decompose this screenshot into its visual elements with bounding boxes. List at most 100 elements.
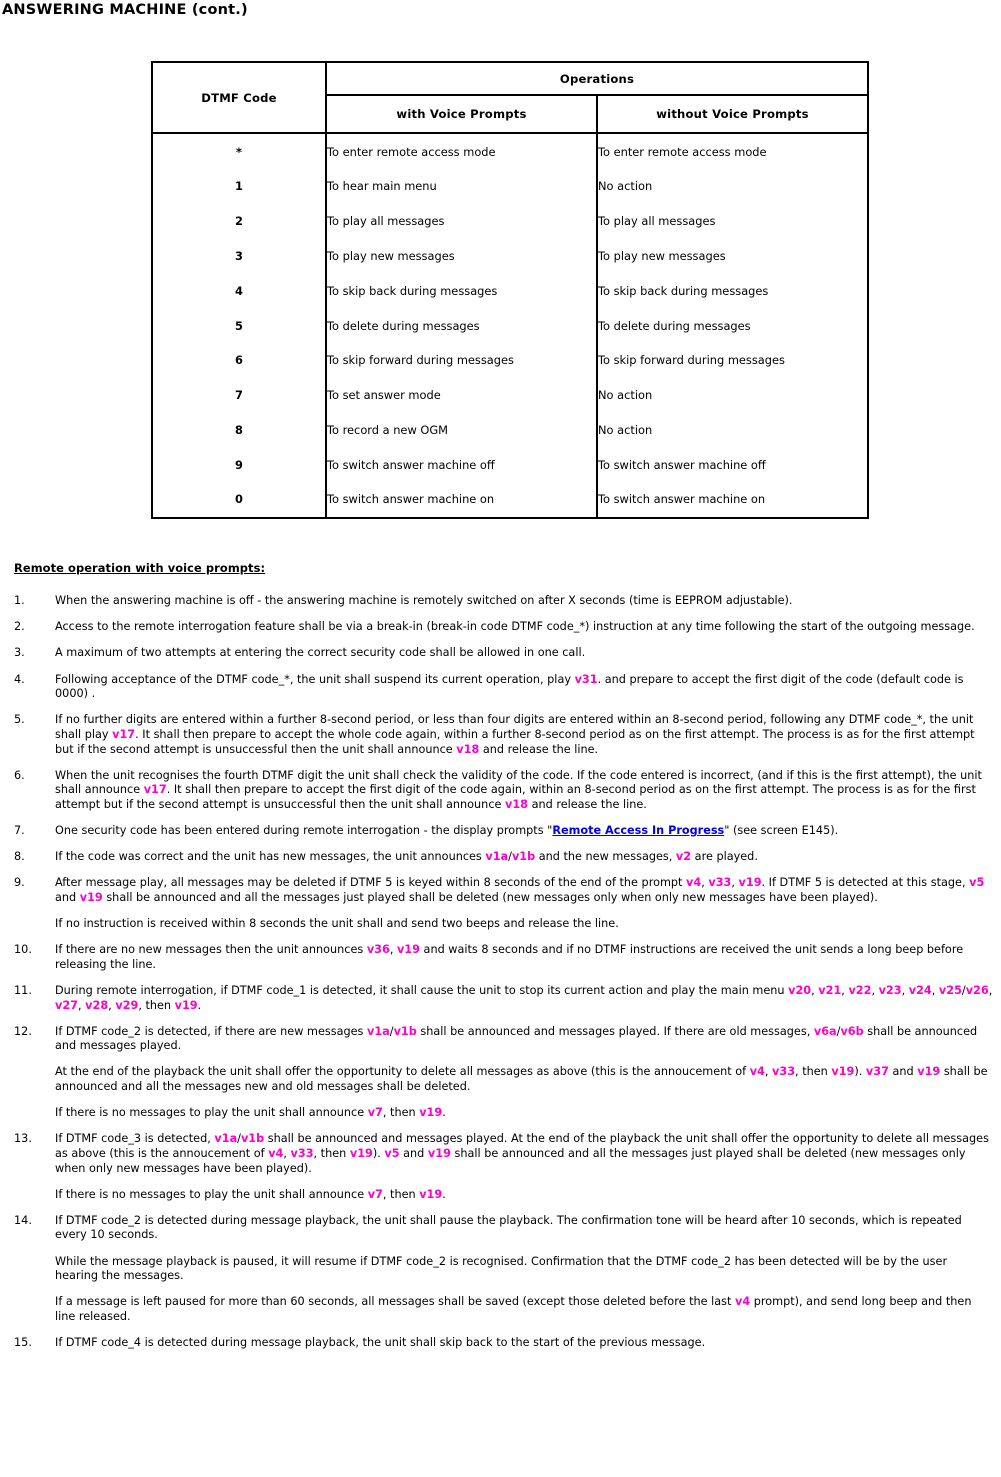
cell-with-voice-prompts: To delete during messages [325, 308, 598, 344]
voice-prompt-code: v21 [818, 983, 842, 997]
cell-dtmf-code: 5 [151, 308, 327, 344]
list-item-number: 6. [14, 768, 25, 782]
text-run: and the new messages, [535, 850, 676, 864]
list-item-number: 12. [14, 1024, 32, 1038]
text-run: If DTMF code_3 is detected, [55, 1132, 215, 1146]
voice-prompt-code: v1b [511, 850, 536, 864]
voice-prompt-code: v19 [738, 876, 762, 890]
voice-prompt-code: v33 [708, 876, 732, 890]
list-item-paragraph: When the answering machine is off - the … [55, 594, 993, 609]
cell-dtmf-code: 3 [151, 238, 327, 274]
table-row: 2 To play all messages To play all message… [151, 203, 869, 239]
cell-with-voice-prompts: To switch answer machine off [325, 447, 598, 483]
text-run: , then [138, 998, 175, 1012]
voice-prompt-code: v17 [143, 783, 167, 797]
table-row: 1 To hear main menu No action [151, 169, 869, 204]
list-item-number: 14. [14, 1213, 32, 1227]
table-row: * To enter remote access mode To enter rem… [151, 132, 869, 170]
cell-with-voice-prompts: To switch answer machine on [325, 482, 598, 520]
list-item-paragraph: A maximum of two attempts at entering th… [55, 646, 993, 661]
column-header-with-voice-prompts: with Voice Prompts [325, 94, 598, 135]
table-row: 3 To play new messages To play new message… [151, 238, 869, 274]
list-item: 10. If there are no new messages then the… [14, 943, 993, 972]
list-item-paragraph: During remote interrogation, if DTMF cod… [55, 984, 993, 1013]
text-run: are played. [691, 850, 758, 864]
table-row: 9 To switch answer machine off To switch a… [151, 447, 869, 483]
cell-without-voice-prompts: No action [596, 377, 869, 413]
list-item: 3. A maximum of two attempts at entering … [14, 646, 993, 661]
voice-prompt-code: v23 [878, 983, 902, 997]
table-row: 7 To set answer mode No action [151, 377, 869, 413]
text-run: , [764, 1065, 773, 1079]
cell-dtmf-code: 6 [151, 343, 327, 378]
voice-prompt-code: v7 [367, 1106, 383, 1120]
voice-prompt-code: v25 [938, 983, 962, 997]
list-item-number: 2. [14, 620, 25, 634]
text-run: If the code was correct and the unit has… [55, 850, 486, 864]
list-item-paragraph: If DTMF code_2 is detected, if there are… [55, 1025, 993, 1054]
list-item-number: 7. [14, 824, 25, 838]
text-run: , [988, 983, 993, 997]
voice-prompt-code: v19 [419, 1106, 443, 1120]
list-item-number: 11. [14, 983, 32, 997]
section-heading-text: Remote operation with voice prompts [14, 561, 261, 576]
cell-dtmf-code: 9 [151, 447, 327, 483]
voice-prompt-code: v36 [366, 943, 390, 957]
text-run: While the message playback is paused, it… [55, 1254, 948, 1283]
voice-prompt-code: v24 [908, 983, 932, 997]
text-run: If there is no messages to play the unit… [55, 1187, 368, 1201]
voice-prompt-code: v1b [393, 1024, 417, 1038]
numbered-steps-list: 1. When the answering machine is off - th… [0, 594, 1001, 1351]
voice-prompt-code: v22 [848, 983, 872, 997]
voice-prompt-code: v19 [396, 943, 420, 957]
cell-without-voice-prompts: No action [596, 412, 869, 448]
table-row: 0 To switch answer machine on To switch an… [151, 482, 869, 520]
column-header-without-voice-prompts: without Voice Prompts [596, 94, 869, 135]
text-run: , then [382, 1187, 420, 1201]
voice-prompt-code: v19 [174, 998, 198, 1012]
table-body: * To enter remote access mode To enter rem… [151, 132, 869, 520]
voice-prompt-code: v27 [55, 998, 78, 1012]
cell-without-voice-prompts: To switch answer machine off [596, 447, 869, 483]
cell-dtmf-code: 7 [151, 377, 327, 413]
cell-dtmf-code: 8 [151, 412, 327, 448]
list-item-number: 10. [14, 943, 32, 957]
text-run: If DTMF code_2 is detected during messag… [55, 1213, 962, 1242]
text-run: , [901, 983, 909, 997]
text-run: During remote interrogation, if DTMF cod… [55, 983, 789, 997]
list-item-paragraph: At the end of the playback the unit shal… [55, 1065, 993, 1094]
cell-with-voice-prompts: To record a new OGM [325, 412, 598, 448]
voice-prompt-code: v6a [813, 1024, 837, 1038]
voice-prompt-code: v19 [427, 1146, 451, 1160]
voice-prompt-code: v19 [831, 1065, 855, 1079]
list-item-paragraph: If DTMF code_4 is detected during messag… [55, 1336, 993, 1351]
list-item: 6. When the unit recognises the fourth DT… [14, 769, 993, 813]
list-item-number: 1. [14, 594, 25, 608]
list-item: 14. If DTMF code_2 is detected during mes… [14, 1214, 993, 1325]
voice-prompt-code: v33 [772, 1065, 796, 1079]
text-run: and [888, 1065, 918, 1079]
cell-with-voice-prompts: To skip back during messages [325, 273, 598, 309]
list-item-paragraph: If there is no messages to play the unit… [55, 1188, 993, 1203]
list-item-paragraph: While the message playback is paused, it… [55, 1255, 993, 1284]
voice-prompt-code: v26 [965, 983, 989, 997]
text-run: ). [854, 1065, 866, 1079]
section-heading-remote-operation: Remote operation with voice prompts: [14, 561, 1001, 575]
list-item-number: 4. [14, 672, 25, 686]
voice-prompt-code: v6b [840, 1024, 864, 1038]
screen-prompt-reference[interactable]: Remote Access In Progress [552, 824, 724, 837]
voice-prompt-code: v33 [290, 1146, 314, 1160]
voice-prompt-code: v19 [349, 1146, 373, 1160]
cell-without-voice-prompts: To play new messages [596, 238, 869, 274]
dtmf-code-table: DTMF Code Operations with Voice Prompts … [151, 61, 869, 520]
column-header-dtmf-code: DTMF Code [151, 61, 327, 135]
text-run: One security code has been entered durin… [55, 824, 553, 838]
voice-prompt-code: v4 [734, 1295, 751, 1309]
text-run: Access to the remote interrogation featu… [55, 620, 975, 634]
document-page: ANSWERING MACHINE (cont.) DTMF Code Oper… [0, 2, 1001, 1351]
text-run: . [197, 998, 202, 1012]
cell-with-voice-prompts: To set answer mode [325, 377, 598, 413]
table-row: 4 To skip back during messages To skip bac… [151, 273, 869, 309]
voice-prompt-code: v18 [456, 742, 480, 756]
voice-prompt-code: v31 [574, 672, 598, 686]
